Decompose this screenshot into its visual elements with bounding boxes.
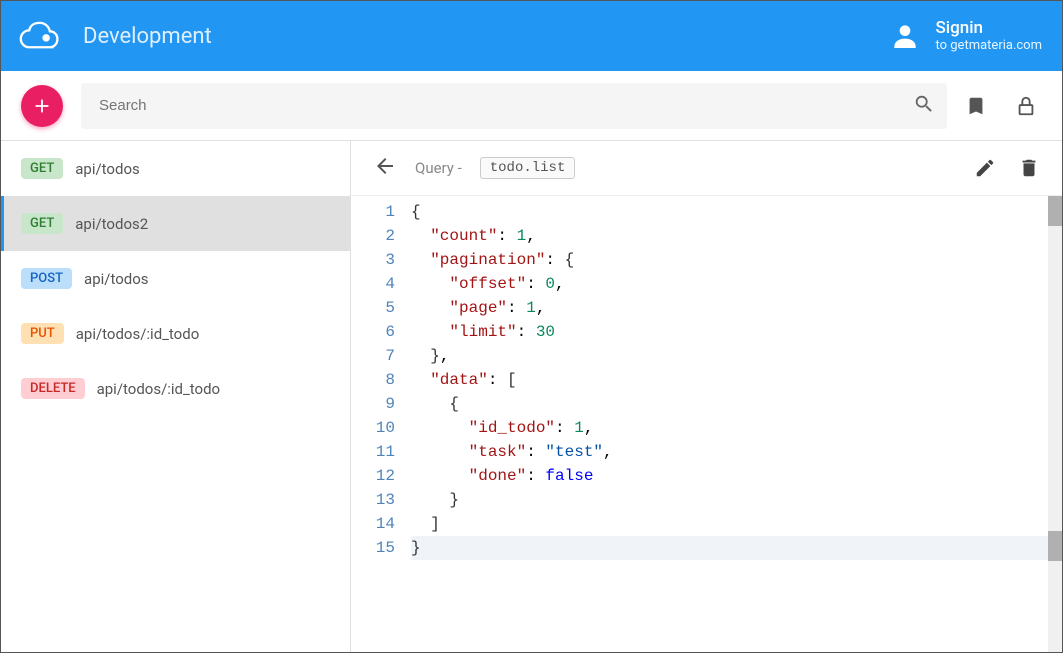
code-editor[interactable]: 123456789101112131415 { "count": 1, "pag… xyxy=(351,196,1062,652)
back-button[interactable] xyxy=(373,154,397,182)
toolbar xyxy=(1,71,1062,141)
edit-icon[interactable] xyxy=(974,157,996,179)
method-badge: GET xyxy=(21,158,63,179)
user-icon[interactable] xyxy=(887,18,923,54)
gutter: 123456789101112131415 xyxy=(351,196,411,652)
endpoint-item[interactable]: POST api/todos xyxy=(1,251,350,306)
signin-subtitle: to getmateria.com xyxy=(935,38,1042,54)
endpoint-path: api/todos xyxy=(75,160,140,178)
endpoint-item[interactable]: DELETE api/todos/:id_todo xyxy=(1,361,350,416)
method-badge: GET xyxy=(21,213,63,234)
add-button[interactable] xyxy=(21,85,63,127)
sidebar: GET api/todos GET api/todos2 POST api/todos PU… xyxy=(1,141,351,652)
search-box xyxy=(81,83,947,129)
delete-icon[interactable] xyxy=(1018,157,1040,179)
endpoint-item[interactable]: GET api/todos xyxy=(1,141,350,196)
environment-label: Development xyxy=(83,24,212,49)
code-area[interactable]: { "count": 1, "pagination": { "offset": … xyxy=(411,196,1062,652)
app-header: Development Signin to getmateria.com xyxy=(1,1,1062,71)
bookmark-icon[interactable] xyxy=(965,95,987,117)
method-badge: DELETE xyxy=(21,378,85,399)
method-badge: PUT xyxy=(21,323,64,344)
signin-title: Signin xyxy=(935,18,1042,38)
endpoint-path: api/todos2 xyxy=(75,215,148,233)
content: Query - todo.list 123456789101112131415 … xyxy=(351,141,1062,652)
endpoint-item[interactable]: GET api/todos2 xyxy=(1,196,350,251)
scrollbar-thumb[interactable] xyxy=(1048,531,1062,561)
header-left: Development xyxy=(13,16,212,56)
query-name: todo.list xyxy=(480,157,576,179)
query-label: Query - xyxy=(415,159,462,177)
header-right: Signin to getmateria.com xyxy=(887,18,1042,54)
content-actions xyxy=(974,157,1040,179)
toolbar-icons xyxy=(965,95,1037,117)
endpoint-path: api/todos/:id_todo xyxy=(97,380,221,398)
endpoint-path: api/todos/:id_todo xyxy=(76,325,200,343)
search-input[interactable] xyxy=(81,83,947,129)
cloud-icon xyxy=(13,16,68,56)
endpoint-item[interactable]: PUT api/todos/:id_todo xyxy=(1,306,350,361)
main: GET api/todos GET api/todos2 POST api/todos PU… xyxy=(1,141,1062,652)
scrollbar-thumb[interactable] xyxy=(1048,196,1062,226)
search-icon[interactable] xyxy=(913,93,935,119)
method-badge: POST xyxy=(21,268,72,289)
endpoint-path: api/todos xyxy=(84,270,149,288)
lock-icon[interactable] xyxy=(1015,95,1037,117)
content-header: Query - todo.list xyxy=(351,141,1062,196)
signin-block[interactable]: Signin to getmateria.com xyxy=(935,18,1042,54)
scrollbar[interactable] xyxy=(1048,196,1062,652)
